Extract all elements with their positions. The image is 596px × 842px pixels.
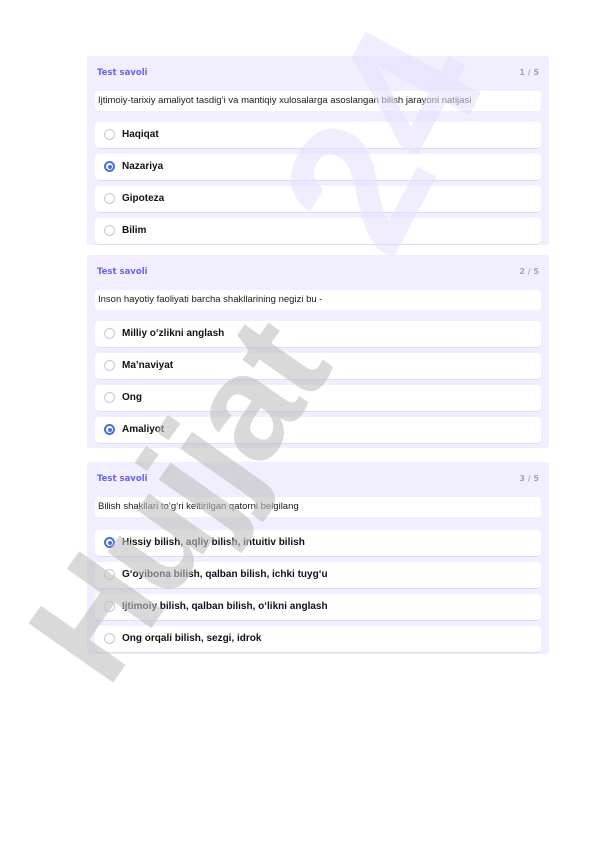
option-milliy-ozlikni-anglash[interactable]: Milliy o‘zlikni anglash bbox=[95, 321, 541, 347]
option-label: Haqiqat bbox=[122, 129, 159, 140]
option-amaliyot[interactable]: Amaliyot bbox=[95, 417, 541, 443]
option-label: Ong orqali bilish, sezgi, idrok bbox=[122, 633, 262, 644]
radio-checked-icon[interactable] bbox=[104, 424, 115, 435]
radio-unchecked-icon[interactable] bbox=[104, 328, 115, 339]
question-counter: 1 / 5 bbox=[519, 68, 539, 77]
option-label: G‘oyibona bilish, qalban bilish, ichki t… bbox=[122, 569, 328, 580]
option-haqiqat[interactable]: Haqiqat bbox=[95, 122, 541, 148]
question-counter: 3 / 5 bbox=[519, 474, 539, 483]
option-label: Milliy o‘zlikni anglash bbox=[122, 328, 225, 339]
question-text: Ijtimoiy-tarixiy amaliyot tasdig‘i va ma… bbox=[95, 91, 541, 111]
option-ong[interactable]: Ong bbox=[95, 385, 541, 411]
option-ong-orqali-bilish[interactable]: Ong orqali bilish, sezgi, idrok bbox=[95, 626, 541, 652]
option-label: Hissiy bilish, aqliy bilish, intuitiv bi… bbox=[122, 537, 305, 548]
question-text: Inson hayotiy faoliyati barcha shakllari… bbox=[95, 290, 541, 310]
option-bilim[interactable]: Bilim bbox=[95, 218, 541, 244]
radio-unchecked-icon[interactable] bbox=[104, 129, 115, 140]
card-title: Test savoli bbox=[97, 68, 148, 78]
option-nazariya[interactable]: Nazariya bbox=[95, 154, 541, 180]
card-title: Test savoli bbox=[97, 474, 148, 484]
option-label: Ma’naviyat bbox=[122, 360, 174, 371]
question-card-1: Test savoli 1 / 5 Ijtimoiy-tarixiy amali… bbox=[87, 56, 549, 245]
option-label: Gipoteza bbox=[122, 193, 165, 204]
radio-unchecked-icon[interactable] bbox=[104, 193, 115, 204]
radio-checked-icon[interactable] bbox=[104, 537, 115, 548]
option-label: Nazariya bbox=[122, 161, 164, 172]
option-ijtimoiy-bilish[interactable]: Ijtimoiy bilish, qalban bilish, o‘likni … bbox=[95, 594, 541, 620]
option-label: Amaliyot bbox=[122, 424, 165, 435]
radio-unchecked-icon[interactable] bbox=[104, 633, 115, 644]
card-title: Test savoli bbox=[97, 267, 148, 277]
option-hissiy-bilish[interactable]: Hissiy bilish, aqliy bilish, intuitiv bi… bbox=[95, 530, 541, 556]
option-goyibona-bilish[interactable]: G‘oyibona bilish, qalban bilish, ichki t… bbox=[95, 562, 541, 588]
question-text: Bilish shakllari to‘g‘ri keltirilgan qat… bbox=[95, 497, 541, 517]
question-card-2: Test savoli 2 / 5 Inson hayotiy faoliyat… bbox=[87, 255, 549, 448]
option-manaviyat[interactable]: Ma’naviyat bbox=[95, 353, 541, 379]
question-counter: 2 / 5 bbox=[519, 267, 539, 276]
option-gipoteza[interactable]: Gipoteza bbox=[95, 186, 541, 212]
radio-unchecked-icon[interactable] bbox=[104, 569, 115, 580]
question-card-3: Test savoli 3 / 5 Bilish shakllari to‘g‘… bbox=[87, 462, 549, 654]
radio-checked-icon[interactable] bbox=[104, 161, 115, 172]
option-label: Ong bbox=[122, 392, 142, 403]
radio-unchecked-icon[interactable] bbox=[104, 225, 115, 236]
radio-unchecked-icon[interactable] bbox=[104, 360, 115, 371]
option-label: Bilim bbox=[122, 225, 147, 236]
radio-unchecked-icon[interactable] bbox=[104, 601, 115, 612]
radio-unchecked-icon[interactable] bbox=[104, 392, 115, 403]
option-label: Ijtimoiy bilish, qalban bilish, o‘likni … bbox=[122, 601, 328, 612]
